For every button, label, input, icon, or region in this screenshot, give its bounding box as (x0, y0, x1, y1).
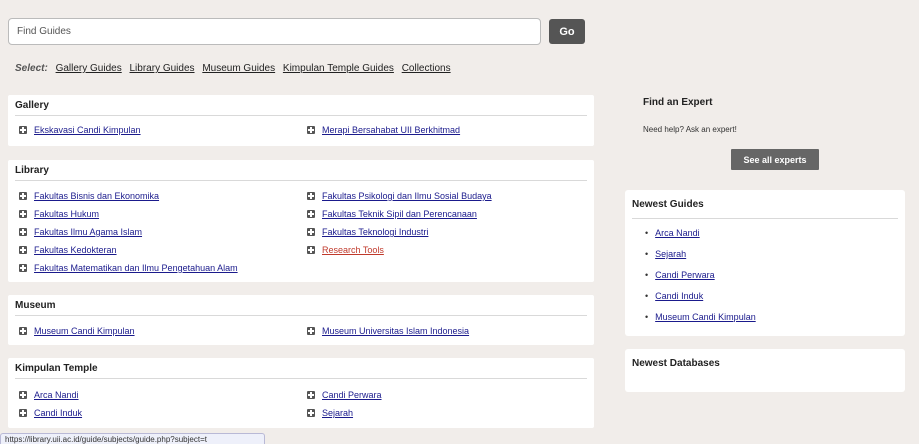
newest-guides-title: Newest Guides (632, 190, 898, 219)
guide-link[interactable]: Arca Nandi (655, 228, 700, 238)
guide-link[interactable]: Candi Perwara (655, 270, 715, 280)
see-all-experts-button[interactable]: See all experts (731, 149, 819, 170)
plus-icon (307, 391, 315, 399)
guide-link[interactable]: Sejarah (322, 407, 353, 419)
guide-link[interactable]: Museum Universitas Islam Indonesia (322, 325, 469, 337)
list-item: Fakultas Matematikan dan Ilmu Pengetahua… (19, 262, 238, 280)
select-kimpulan-temple-guides[interactable]: Kimpulan Temple Guides (283, 63, 394, 74)
kimpulan-temple-section: Kimpulan Temple Arca Nandi Candi Induk C… (8, 358, 594, 428)
research-tools-link[interactable]: Research Tools (322, 244, 384, 256)
plus-icon (19, 246, 27, 254)
guide-link[interactable]: Fakultas Ilmu Agama Islam (34, 226, 142, 238)
plus-icon (19, 327, 27, 335)
newest-guides-list: Arca Nandi Sejarah Candi Perwara Candi I… (625, 219, 905, 332)
select-label: Select: (15, 63, 48, 74)
list-item: Sejarah (307, 407, 382, 425)
list-item: Fakultas Ilmu Agama Islam (19, 226, 238, 244)
select-library-guides[interactable]: Library Guides (130, 63, 195, 74)
guide-link[interactable]: Fakultas Matematikan dan Ilmu Pengetahua… (34, 262, 238, 274)
list-item: Museum Candi Kimpulan (19, 325, 135, 343)
guide-link[interactable]: Fakultas Kedokteran (34, 244, 117, 256)
plus-icon (307, 192, 315, 200)
museum-section: Museum Museum Candi Kimpulan Museum Univ… (8, 295, 594, 345)
list-item: Museum Candi Kimpulan (645, 311, 905, 332)
select-gallery-guides[interactable]: Gallery Guides (56, 63, 122, 74)
list-item: Candi Perwara (307, 389, 382, 407)
guide-link[interactable]: Fakultas Teknologi Industri (322, 226, 428, 238)
guide-link[interactable]: Candi Perwara (322, 389, 382, 401)
plus-icon (307, 210, 315, 218)
list-item: Museum Universitas Islam Indonesia (307, 325, 469, 343)
guide-link[interactable]: Arca Nandi (34, 389, 79, 401)
browser-status-bar: https://library.uii.ac.id/guide/subjects… (0, 433, 265, 444)
guide-link[interactable]: Merapi Bersahabat UII Berkhitmad (322, 124, 460, 136)
newest-databases-panel: Newest Databases (625, 349, 905, 392)
guide-link[interactable]: Candi Induk (655, 291, 703, 301)
select-museum-guides[interactable]: Museum Guides (202, 63, 275, 74)
list-item: Sejarah (645, 248, 905, 269)
list-item: Candi Perwara (645, 269, 905, 290)
list-item: Candi Induk (645, 290, 905, 311)
find-expert-text: Need help? Ask an expert! (643, 125, 737, 134)
gallery-section: Gallery Ekskavasi Candi Kimpulan Merapi … (8, 95, 594, 146)
guide-type-selector: Select: Gallery Guides Library Guides Mu… (15, 63, 456, 74)
guide-link[interactable]: Fakultas Bisnis dan Ekonomika (34, 190, 159, 202)
plus-icon (307, 409, 315, 417)
list-item: Fakultas Hukum (19, 208, 238, 226)
plus-icon (19, 409, 27, 417)
list-item: Research Tools (307, 244, 492, 262)
section-title: Museum (15, 295, 587, 316)
list-item: Fakultas Teknologi Industri (307, 226, 492, 244)
newest-guides-panel: Newest Guides Arca Nandi Sejarah Candi P… (625, 190, 905, 336)
guide-link[interactable]: Fakultas Teknik Sipil dan Perencanaan (322, 208, 477, 220)
guide-link[interactable]: Fakultas Hukum (34, 208, 99, 220)
select-collections[interactable]: Collections (402, 63, 451, 74)
guide-link[interactable]: Candi Induk (34, 407, 82, 419)
go-button[interactable]: Go (549, 19, 585, 44)
newest-databases-title: Newest Databases (632, 358, 720, 369)
list-item: Arca Nandi (19, 389, 82, 407)
guide-link[interactable]: Ekskavasi Candi Kimpulan (34, 124, 141, 136)
section-title: Gallery (15, 95, 587, 116)
find-expert-title: Find an Expert (643, 97, 713, 108)
search-input[interactable] (8, 18, 541, 45)
guide-link[interactable]: Sejarah (655, 249, 686, 259)
plus-icon (19, 210, 27, 218)
section-title: Kimpulan Temple (15, 358, 587, 379)
plus-icon (307, 228, 315, 236)
library-section: Library Fakultas Bisnis dan Ekonomika Fa… (8, 160, 594, 282)
plus-icon (19, 228, 27, 236)
section-title: Library (15, 160, 587, 181)
guide-link[interactable]: Museum Candi Kimpulan (655, 312, 756, 322)
list-item: Arca Nandi (645, 227, 905, 248)
list-item: Fakultas Bisnis dan Ekonomika (19, 190, 238, 208)
list-item: Fakultas Teknik Sipil dan Perencanaan (307, 208, 492, 226)
plus-icon (19, 391, 27, 399)
list-item: Merapi Bersahabat UII Berkhitmad (307, 124, 460, 142)
plus-icon (19, 126, 27, 134)
plus-icon (307, 327, 315, 335)
guide-link[interactable]: Museum Candi Kimpulan (34, 325, 135, 337)
list-item: Fakultas Psikologi dan Ilmu Sosial Buday… (307, 190, 492, 208)
plus-icon (19, 192, 27, 200)
plus-icon (307, 126, 315, 134)
list-item: Candi Induk (19, 407, 82, 425)
list-item: Ekskavasi Candi Kimpulan (19, 124, 141, 142)
plus-icon (307, 246, 315, 254)
find-expert-panel: Find an Expert Need help? Ask an expert!… (625, 91, 905, 170)
guide-link[interactable]: Fakultas Psikologi dan Ilmu Sosial Buday… (322, 190, 492, 202)
plus-icon (19, 264, 27, 272)
list-item: Fakultas Kedokteran (19, 244, 238, 262)
